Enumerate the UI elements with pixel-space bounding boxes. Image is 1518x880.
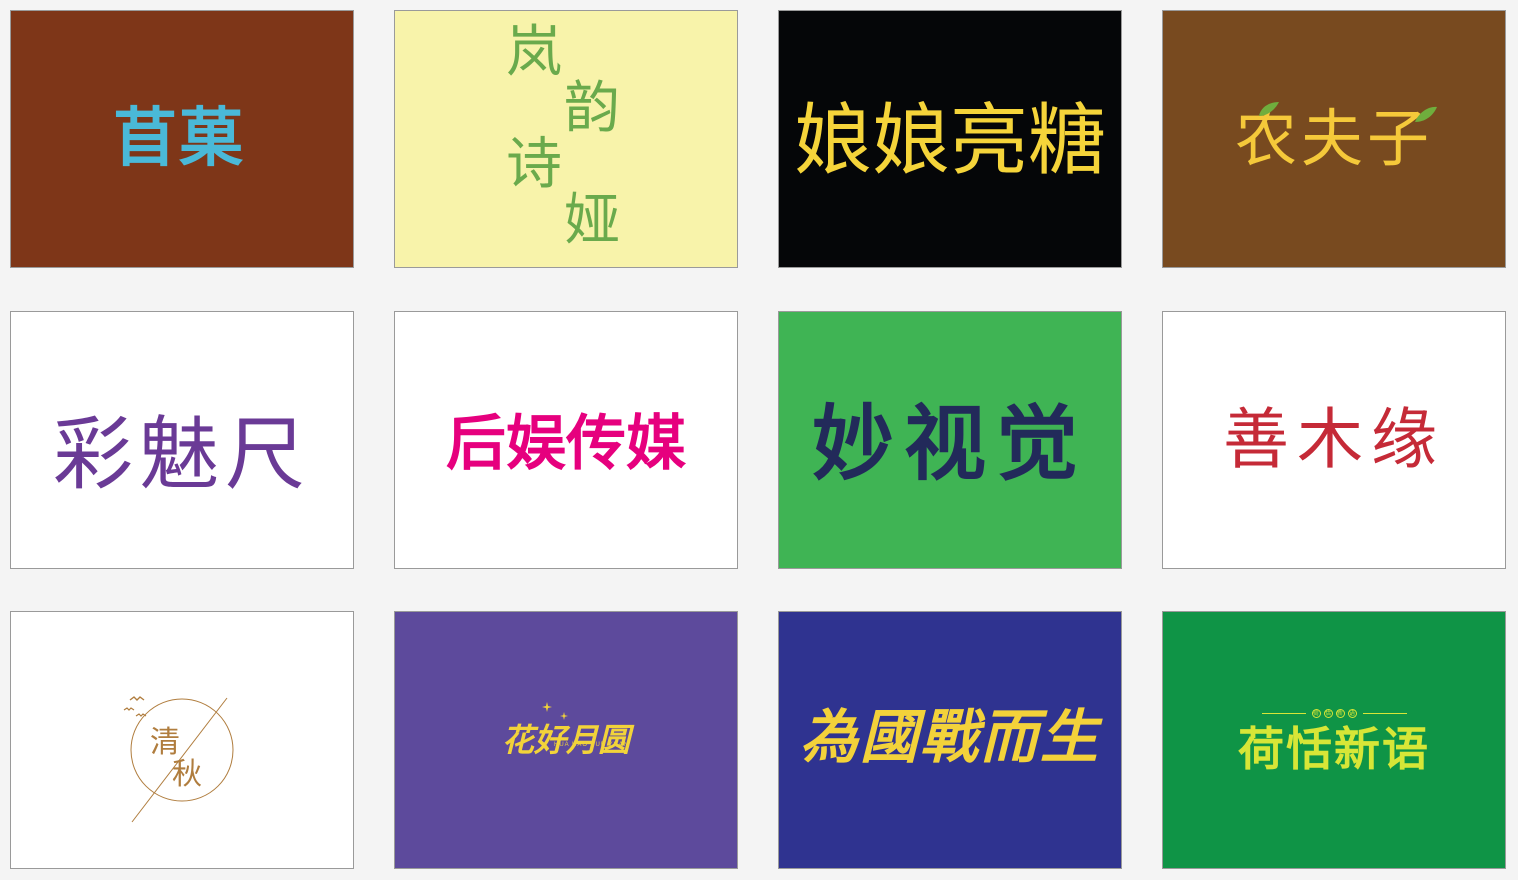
seal-badges: 荷 恬 新 语 — [1311, 708, 1357, 718]
logo-text: 彩魅尺 — [53, 408, 311, 501]
logo-card-nongfuzi: 农夫子 — [1162, 10, 1506, 268]
logo-text: 后娱传媒 — [446, 409, 686, 479]
logo-char: 岚 — [506, 20, 562, 85]
logo-group: 荷 恬 新 语 荷恬新语 — [1238, 708, 1430, 776]
logo-text: 妙视觉 — [811, 397, 1088, 492]
circle-ornament-icon — [123, 696, 234, 823]
logo-subtitle: HUA HAO YUE YUAN — [553, 742, 630, 748]
badge-row: 荷 恬 新 语 — [1261, 708, 1407, 718]
logo-char: 娅 — [564, 188, 620, 253]
logo-card-lanyun: 岚 韵 诗 娅 — [394, 10, 738, 268]
seal-badge: 语 — [1347, 708, 1357, 718]
logo-text: 花好月圆 — [501, 721, 630, 759]
star-icon — [559, 712, 568, 720]
logo-text: 善木缘 — [1223, 401, 1445, 478]
logo-card-caimeichi: 彩魅尺 — [10, 311, 354, 569]
logo-card-huahaoyueyuan: 花好月圆 HUA HAO YUE YUAN — [394, 611, 738, 869]
leaf-icon — [1415, 106, 1437, 122]
logo-card-hetianxinyu: 荷 恬 新 语 荷恬新语 — [1162, 611, 1506, 869]
logo-card-houyu: 后娱传媒 — [394, 311, 738, 569]
leaf-icon — [1258, 102, 1279, 116]
logotype-gallery: 苜菓 岚 韵 诗 娅 娘娘亮糖 农夫子 彩魅尺 后娱传媒 妙视觉 善木缘 清 秋… — [0, 0, 1518, 880]
seal-badge: 新 — [1335, 708, 1345, 718]
logo-card-qingqiu: 清 秋 — [10, 611, 354, 869]
logo-text: 苜菓 — [113, 102, 245, 176]
logo-card-shanmuyuan: 善木缘 — [1162, 311, 1506, 569]
logo-text: 荷恬新语 — [1238, 721, 1430, 776]
seal-badge: 荷 — [1311, 708, 1321, 718]
logo-text: 為國戰而生 — [799, 703, 1100, 771]
divider — [1362, 712, 1407, 714]
logo-text: 娘娘亮糖 — [793, 96, 1106, 186]
seal-badge: 恬 — [1323, 708, 1333, 718]
logo-group: 花好月圆 HUA HAO YUE YUAN — [501, 702, 630, 759]
logo-card-mucao: 苜菓 — [10, 10, 354, 268]
logo-char: 秋 — [172, 757, 202, 792]
logo-text-stack: 岚 韵 诗 娅 — [496, 19, 636, 259]
logo-card-weiguozhan: 為國戰而生 — [778, 611, 1122, 869]
logo-card-niangniang: 娘娘亮糖 — [778, 10, 1122, 268]
divider — [1261, 712, 1306, 714]
logo-card-miaoshijue: 妙视觉 — [778, 311, 1122, 569]
logo-char: 韵 — [564, 76, 620, 141]
logo-char: 诗 — [506, 132, 562, 197]
logo-group: 农夫子 — [1235, 102, 1437, 170]
logo-char: 清 — [150, 725, 180, 760]
star-icon — [541, 702, 552, 712]
logo-group: 清 秋 — [72, 640, 292, 840]
